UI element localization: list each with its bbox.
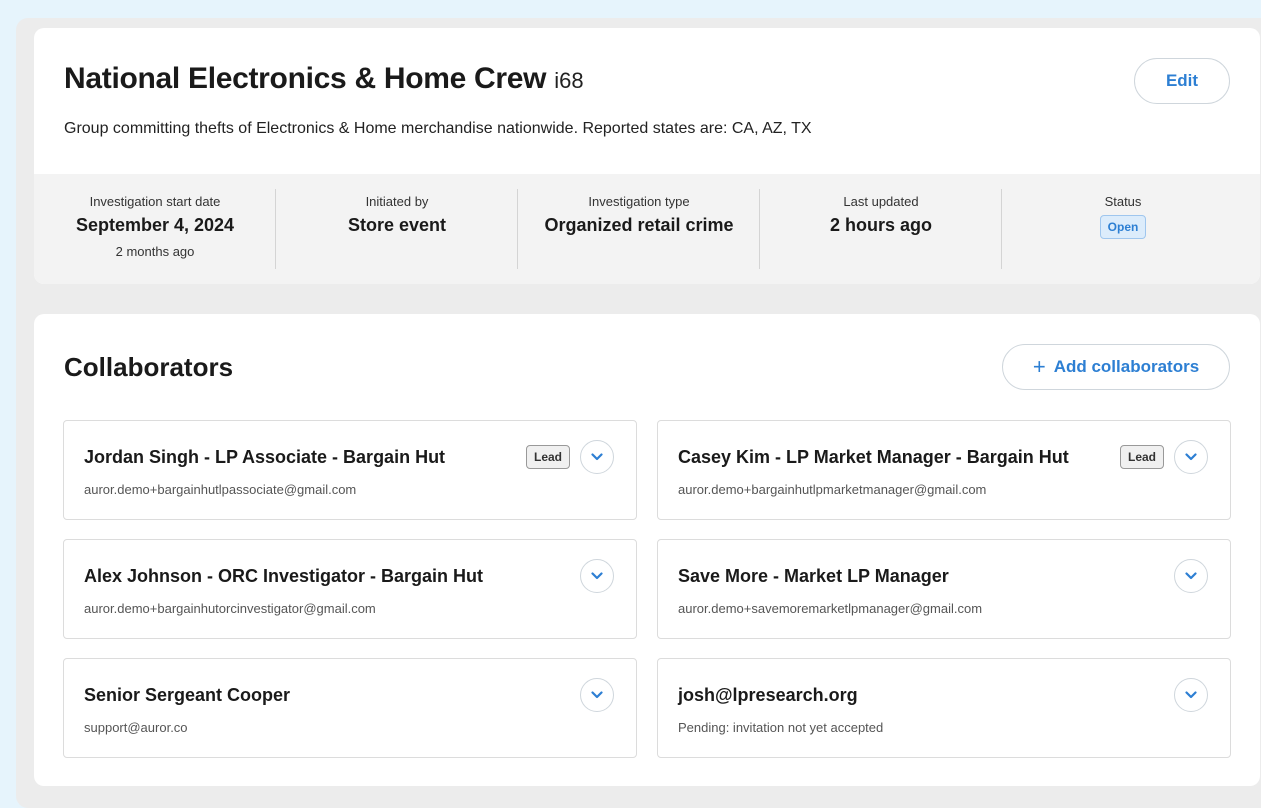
expand-button[interactable] bbox=[1174, 440, 1208, 474]
section-title: Collaborators bbox=[64, 352, 234, 382]
collaborator-card: josh@lpresearch.org Pending: invitation … bbox=[657, 658, 1231, 758]
collaborator-card: Alex Johnson - ORC Investigator - Bargai… bbox=[63, 539, 637, 639]
edit-button[interactable]: Edit bbox=[1134, 58, 1230, 104]
collaborator-card: Save More - Market LP Manager auror.demo… bbox=[657, 539, 1231, 639]
stat-value: 2 hours ago bbox=[829, 215, 932, 235]
stat-label: Last updated bbox=[843, 194, 919, 209]
lead-badge: Lead bbox=[525, 445, 570, 469]
expand-button[interactable] bbox=[580, 559, 614, 593]
stat-last-updated: Last updated 2 hours ago bbox=[760, 174, 1002, 284]
group-name: National Electronics & Home Crew bbox=[64, 62, 547, 95]
plus-icon: + bbox=[1032, 354, 1046, 379]
stat-relative-time: 2 months ago bbox=[115, 244, 195, 259]
collaborator-card: Casey Kim - LP Market Manager - Bargain … bbox=[657, 420, 1231, 520]
stat-status: Status Open bbox=[1002, 174, 1244, 284]
chevron-down-icon bbox=[591, 691, 603, 699]
add-collaborators-button[interactable]: + Add collaborators bbox=[1002, 344, 1230, 390]
stat-investigation-type: Investigation type Organized retail crim… bbox=[518, 174, 760, 284]
stats-bar: Investigation start date September 4, 20… bbox=[34, 174, 1260, 284]
chevron-down-icon bbox=[1185, 453, 1197, 461]
group-description: Group committing thefts of Electronics &… bbox=[64, 120, 812, 137]
collaborator-card: Jordan Singh - LP Associate - Bargain Hu… bbox=[63, 420, 637, 520]
collaborator-name: Jordan Singh - LP Associate - Bargain Hu… bbox=[84, 447, 446, 467]
expand-button[interactable] bbox=[580, 678, 614, 712]
group-id: i68 bbox=[554, 68, 584, 93]
collaborator-email: auror.demo+bargainhutlpassociate@gmail.c… bbox=[84, 482, 357, 497]
chevron-down-icon bbox=[591, 453, 603, 461]
collaborators-card: Collaborators + Add collaborators Jordan… bbox=[34, 314, 1260, 786]
expand-button[interactable] bbox=[1174, 678, 1208, 712]
expand-button[interactable] bbox=[1174, 559, 1208, 593]
collaborator-card: Senior Sergeant Cooper support@auror.co bbox=[63, 658, 637, 758]
collaborator-email: auror.demo+bargainhutlpmarketmanager@gma… bbox=[678, 482, 987, 497]
stat-start-date: Investigation start date September 4, 20… bbox=[34, 174, 276, 284]
stat-initiated-by: Initiated by Store event bbox=[276, 174, 518, 284]
title-row: National Electronics & Home Crew i68 bbox=[64, 62, 584, 96]
add-collaborators-label: Add collaborators bbox=[1053, 357, 1200, 376]
collaborator-name: Alex Johnson - ORC Investigator - Bargai… bbox=[84, 566, 484, 586]
collaborator-name: Senior Sergeant Cooper bbox=[84, 685, 291, 705]
expand-button[interactable] bbox=[580, 440, 614, 474]
stat-value: Store event bbox=[347, 215, 447, 235]
chevron-down-icon bbox=[1185, 572, 1197, 580]
collaborator-pending-status: Pending: invitation not yet accepted bbox=[678, 720, 884, 735]
collaborator-email: auror.demo+bargainhutorcinvestigator@gma… bbox=[84, 601, 376, 616]
stat-value: September 4, 2024 bbox=[75, 215, 235, 235]
stat-label: Initiated by bbox=[365, 194, 429, 209]
collaborator-name: Save More - Market LP Manager bbox=[678, 566, 949, 586]
collaborators-grid: Jordan Singh - LP Associate - Bargain Hu… bbox=[63, 420, 1231, 758]
collaborator-email: support@auror.co bbox=[84, 720, 188, 735]
collaborator-email: auror.demo+savemoremarketlpmanager@gmail… bbox=[678, 601, 983, 616]
collaborator-name: josh@lpresearch.org bbox=[678, 685, 858, 705]
status-badge: Open bbox=[1099, 215, 1147, 239]
investigation-summary-card: National Electronics & Home Crew i68 Gro… bbox=[34, 28, 1260, 284]
stat-label: Status bbox=[1104, 194, 1142, 209]
chevron-down-icon bbox=[591, 572, 603, 580]
stat-label: Investigation start date bbox=[89, 194, 221, 209]
lead-badge: Lead bbox=[1119, 445, 1164, 469]
collaborator-name: Casey Kim - LP Market Manager - Bargain … bbox=[678, 447, 1069, 467]
stat-value: Organized retail crime bbox=[544, 215, 734, 235]
stat-label: Investigation type bbox=[588, 194, 690, 209]
chevron-down-icon bbox=[1185, 691, 1197, 699]
